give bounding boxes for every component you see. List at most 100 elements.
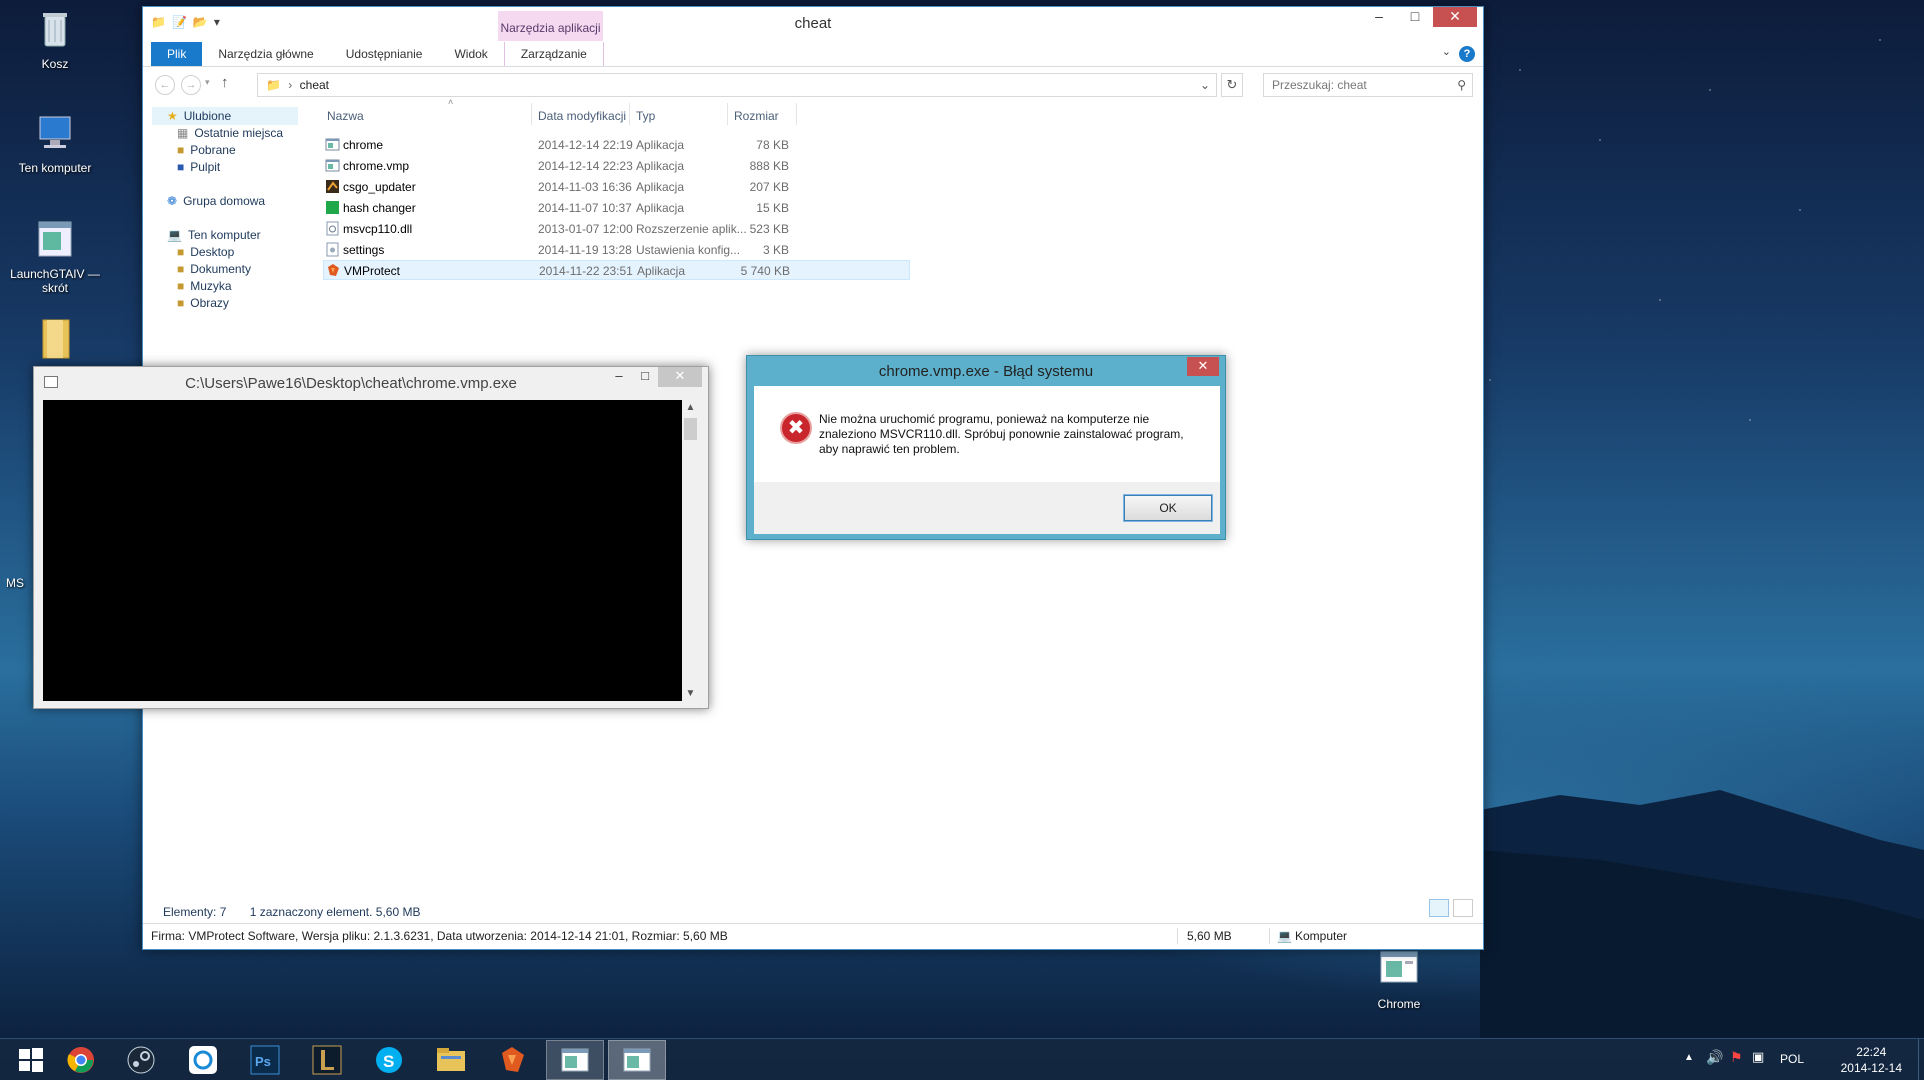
error-icon: ✖ — [780, 412, 812, 444]
file-date: 2014-11-03 16:36 — [538, 180, 632, 194]
file-name: hash changer — [343, 201, 416, 215]
scroll-thumb[interactable] — [684, 418, 697, 440]
file-row[interactable]: chrome 2014-12-14 22:19 Aplikacja 78 KB — [323, 135, 905, 155]
taskbar-app-window[interactable] — [546, 1040, 604, 1080]
taskbar-league-of-legends[interactable] — [298, 1040, 356, 1080]
chevron-down-icon[interactable]: ⌄ — [1200, 74, 1210, 96]
nav-documents[interactable]: ■ Dokumenty — [177, 262, 251, 276]
back-button[interactable]: ← — [155, 75, 175, 95]
vertical-scrollbar[interactable]: ▲ ▼ — [682, 400, 699, 701]
explorer-titlebar[interactable]: 📁 📝 📂 ▾ Narzędzia aplikacji cheat – □ ✕ — [143, 7, 1483, 41]
show-hidden-icons-icon[interactable]: ▲ — [1684, 1052, 1694, 1063]
file-type: Aplikacja — [636, 201, 685, 215]
file-name: VMProtect — [344, 264, 401, 278]
desktop-icon-this-pc[interactable]: Ten komputer — [10, 112, 100, 175]
column-separator[interactable] — [531, 103, 532, 125]
scroll-up-icon[interactable]: ▲ — [682, 402, 699, 413]
nav-pictures[interactable]: ■ Obrazy — [177, 296, 229, 310]
nav-favorites[interactable]: ★ Ulubione — [167, 109, 231, 123]
volume-icon[interactable]: 🔊 — [1706, 1049, 1723, 1066]
svg-text:Ps: Ps — [255, 1054, 271, 1069]
minimize-button[interactable]: – — [606, 367, 632, 387]
expand-ribbon-icon[interactable]: ⌄ — [1442, 45, 1451, 58]
file-size: 78 KB — [756, 138, 789, 152]
nav-desktop[interactable]: ■ Desktop — [177, 245, 234, 259]
dialog-title[interactable]: chrome.vmp.exe - Błąd systemu — [747, 356, 1225, 386]
search-icon[interactable]: ⚲ — [1457, 74, 1466, 96]
taskbar-skype[interactable]: S — [360, 1040, 418, 1080]
scroll-down-icon[interactable]: ▼ — [682, 688, 699, 699]
network-icon[interactable]: ▣ — [1752, 1049, 1764, 1065]
tab-share[interactable]: Udostępnianie — [330, 42, 439, 66]
tab-file[interactable]: Plik — [151, 42, 203, 66]
file-row[interactable]: csgo_updater 2014-11-03 16:36 Aplikacja … — [323, 177, 905, 197]
window-controls: – □ ✕ — [1361, 7, 1477, 27]
recycle-bin-icon — [43, 13, 67, 47]
desktop-icon-recycle-bin[interactable]: Kosz — [10, 8, 100, 71]
nav-homegroup[interactable]: ❁ Grupa domowa — [167, 194, 265, 208]
column-separator[interactable] — [629, 103, 630, 125]
tab-home[interactable]: Narzędzia główne — [202, 42, 329, 66]
close-button[interactable]: ✕ — [658, 367, 702, 387]
help-icon[interactable]: ? — [1459, 46, 1475, 62]
nav-downloads[interactable]: ■ Pobrane — [177, 143, 236, 157]
desktop-icon-chrome[interactable]: Chrome — [1354, 948, 1444, 1011]
file-row[interactable]: hash changer 2014-11-07 10:37 Aplikacja … — [323, 198, 905, 218]
maximize-button[interactable]: □ — [1397, 7, 1433, 27]
file-row[interactable]: settings 2014-11-19 13:28 Ustawienia kon… — [323, 240, 905, 260]
taskbar-chrome[interactable] — [52, 1040, 110, 1080]
selection-info: 1 zaznaczony element. 5,60 MB — [249, 905, 421, 919]
search-input[interactable]: Przeszukaj: cheat ⚲ — [1263, 73, 1473, 97]
close-button[interactable]: ✕ — [1433, 7, 1477, 27]
desktop-icon-folder[interactable] — [10, 318, 100, 367]
taskbar-vmprotect[interactable] — [484, 1040, 542, 1080]
column-header-type[interactable]: Typ — [636, 109, 655, 123]
taskbar-photoshop[interactable]: Ps — [236, 1040, 294, 1080]
console-output[interactable] — [43, 400, 682, 701]
language-indicator[interactable]: POL — [1780, 1052, 1804, 1066]
green-square-icon — [326, 201, 339, 214]
column-header-date[interactable]: Data modyfikacji — [538, 109, 626, 123]
taskbar-app-window-active[interactable] — [608, 1040, 666, 1080]
refresh-button[interactable]: ↻ — [1221, 73, 1243, 97]
file-row-selected[interactable]: VMProtect 2014-11-22 23:51 Aplikacja 5 7… — [323, 260, 910, 280]
recent-locations-icon[interactable]: ▾ — [205, 77, 210, 88]
large-icons-view-button[interactable] — [1453, 899, 1473, 917]
column-header-name[interactable]: Nazwa — [327, 109, 364, 123]
address-bar[interactable]: 📁 › cheat ⌄ — [257, 73, 1217, 97]
file-row[interactable]: chrome.vmp 2014-12-14 22:23 Aplikacja 88… — [323, 156, 905, 176]
details-view-button[interactable] — [1429, 899, 1449, 917]
column-separator[interactable] — [796, 103, 797, 125]
taskbar-steam[interactable] — [112, 1040, 170, 1080]
minimize-button[interactable]: – — [1361, 7, 1397, 27]
action-center-flag-icon[interactable]: ⚑ — [1730, 1049, 1743, 1066]
nav-music[interactable]: ■ Muzyka — [177, 279, 232, 293]
up-button[interactable]: ↑ — [221, 74, 229, 91]
taskbar-file-explorer[interactable] — [422, 1040, 480, 1080]
nav-recent-places[interactable]: ▦ Ostatnie miejsca — [177, 126, 283, 140]
forward-button[interactable]: → — [181, 75, 201, 95]
clock[interactable]: 22:24 2014-12-14 — [1841, 1044, 1902, 1076]
taskbar-uplay[interactable] — [174, 1040, 232, 1080]
file-size: 3 KB — [762, 243, 789, 257]
app-window-icon — [325, 138, 340, 151]
column-separator[interactable] — [727, 103, 728, 125]
console-window: C:\Users\Pawe16\Desktop\cheat\chrome.vmp… — [33, 366, 709, 709]
breadcrumb-cheat[interactable]: cheat — [300, 78, 329, 92]
show-desktop-button[interactable] — [1918, 1039, 1924, 1080]
folder-icon: ■ — [177, 296, 185, 310]
file-date: 2014-12-14 22:19 — [538, 138, 633, 152]
file-row[interactable]: msvcp110.dll 2013-01-07 12:00 Rozszerzen… — [323, 219, 905, 239]
column-header-size[interactable]: Rozmiar — [734, 109, 779, 123]
desktop-icon-launchgtaiv[interactable]: LaunchGTAIV — skrót — [10, 218, 100, 295]
tab-manage[interactable]: Zarządzanie — [503, 42, 604, 66]
ok-button[interactable]: OK — [1123, 494, 1213, 522]
dialog-body: ✖ Nie można uruchomić programu, ponieważ… — [754, 386, 1220, 534]
taskbar: Ps S ▲ 🔊 ⚑ ▣ POL 22:24 2014-12-14 — [0, 1038, 1924, 1080]
close-button[interactable]: ✕ — [1187, 357, 1219, 376]
divider — [1269, 928, 1270, 944]
tab-view[interactable]: Widok — [438, 42, 503, 66]
maximize-button[interactable]: □ — [632, 367, 658, 387]
nav-desktop-fav[interactable]: ■ Pulpit — [177, 160, 220, 174]
nav-this-pc[interactable]: 💻 Ten komputer — [167, 228, 261, 242]
